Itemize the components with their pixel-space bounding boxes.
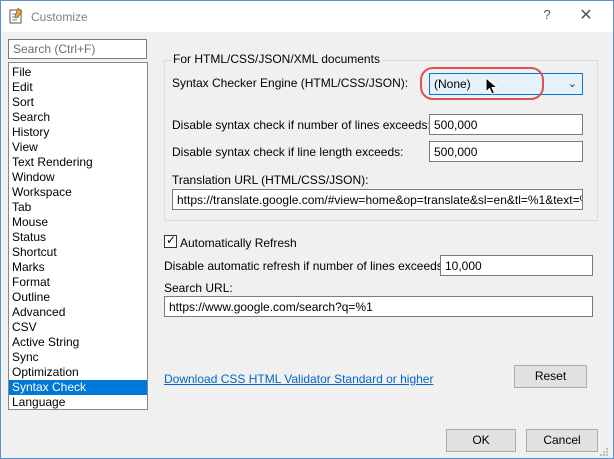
notepad-app-icon	[9, 8, 23, 24]
category-item[interactable]: Active String	[9, 335, 147, 350]
search-url-label: Search URL:	[164, 281, 233, 295]
download-validator-link[interactable]: Download CSS HTML Validator Standard or …	[164, 372, 433, 386]
window-title: Customize	[31, 10, 88, 24]
category-item[interactable]: Outline	[9, 290, 147, 305]
category-item[interactable]: View	[9, 140, 147, 155]
resize-grip-icon[interactable]	[599, 447, 609, 457]
length-limit-field[interactable]: 500,000	[429, 141, 583, 162]
search-url-field[interactable]: https://www.google.com/search?q=%1	[164, 296, 593, 317]
category-item[interactable]: Status	[9, 230, 147, 245]
category-item[interactable]: Sort	[9, 95, 147, 110]
category-item[interactable]: Workspace	[9, 185, 147, 200]
lines-limit-label: Disable syntax check if number of lines …	[172, 118, 431, 132]
category-item[interactable]: Sync	[9, 350, 147, 365]
close-button[interactable]: ✕	[573, 5, 599, 25]
category-item[interactable]: CSV	[9, 320, 147, 335]
checkmark-icon: ✓	[166, 233, 177, 247]
translation-url-field[interactable]: https://translate.google.com/#view=home&…	[172, 189, 583, 210]
category-item[interactable]: Marks	[9, 260, 147, 275]
category-item[interactable]: Optimization	[9, 365, 147, 380]
refresh-lines-label: Disable automatic refresh if number of l…	[164, 259, 447, 273]
category-item[interactable]: Search	[9, 110, 147, 125]
cancel-button[interactable]: Cancel	[526, 429, 598, 452]
search-input[interactable]: Search (Ctrl+F)	[8, 39, 147, 59]
lines-limit-field[interactable]: 500,000	[429, 114, 583, 135]
dialog-footer	[1, 419, 613, 458]
category-item[interactable]: History	[9, 125, 147, 140]
category-item[interactable]: Shortcut	[9, 245, 147, 260]
group-title: For HTML/CSS/JSON/XML documents	[171, 52, 382, 66]
title-bar: Customize ? ✕	[1, 1, 613, 32]
refresh-lines-field[interactable]: 10,000	[440, 255, 593, 276]
category-item[interactable]: Window	[9, 170, 147, 185]
auto-refresh-checkbox[interactable]: ✓	[164, 233, 177, 248]
length-limit-label: Disable syntax check if line length exce…	[172, 145, 404, 159]
category-list[interactable]: File Edit Sort Search History View Text Render…	[8, 62, 148, 410]
auto-refresh-label[interactable]: Automatically Refresh	[180, 236, 297, 250]
mouse-cursor-icon	[485, 77, 499, 95]
reset-button[interactable]: Reset	[514, 365, 587, 388]
category-item[interactable]: Edit	[9, 80, 147, 95]
category-item[interactable]: Format	[9, 275, 147, 290]
customize-dialog: Customize ? ✕ Search (Ctrl+F) File Edit So…	[0, 0, 614, 459]
category-item[interactable]: Mouse	[9, 215, 147, 230]
category-item[interactable]: Syntax Check	[9, 380, 147, 395]
chevron-down-icon: ⌄	[567, 78, 577, 90]
category-item[interactable]: Tab	[9, 200, 147, 215]
highlight-ring	[420, 67, 544, 100]
help-button[interactable]: ?	[537, 7, 557, 22]
engine-label: Syntax Checker Engine (HTML/CSS/JSON):	[172, 76, 409, 90]
category-item[interactable]: Advanced	[9, 305, 147, 320]
translation-url-label: Translation URL (HTML/CSS/JSON):	[172, 173, 369, 187]
ok-button[interactable]: OK	[446, 429, 516, 452]
category-item[interactable]: Text Rendering	[9, 155, 147, 170]
category-item[interactable]: File	[9, 65, 147, 80]
category-item[interactable]: Language	[9, 395, 147, 410]
